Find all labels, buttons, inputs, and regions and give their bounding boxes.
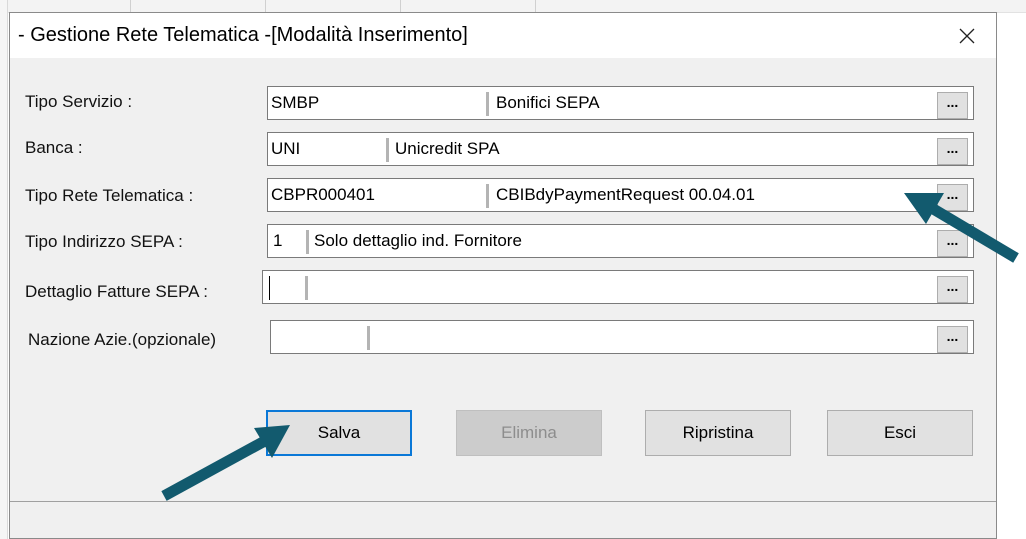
- label-nazione-azienda: Nazione Azie.(opzionale): [28, 330, 217, 349]
- row-banca: Banca : UNI Unicredit SPA ...: [10, 132, 996, 168]
- row-tipo-servizio: Tipo Servizio : SMBP Bonifici SEPA ...: [10, 86, 996, 122]
- tipo-rete-telematica-field[interactable]: CBPR000401 CBIBdyPaymentRequest 00.04.01: [267, 178, 974, 212]
- tipo-rete-telematica-lookup-button[interactable]: ...: [937, 184, 968, 211]
- dettaglio-fatture-sepa-field[interactable]: [262, 270, 974, 304]
- label-dettaglio-fatture-sepa: Dettaglio Fatture SEPA :: [25, 282, 208, 301]
- field-separator: [486, 184, 489, 208]
- tipo-servizio-lookup-button[interactable]: ...: [937, 92, 968, 119]
- background-divider: [130, 0, 131, 12]
- reset-button[interactable]: Ripristina: [645, 410, 791, 456]
- save-button[interactable]: Salva: [266, 410, 412, 456]
- background-divider: [400, 0, 401, 12]
- row-tipo-indirizzo-sepa: Tipo Indirizzo SEPA : 1 Solo dettaglio i…: [10, 224, 996, 260]
- label-tipo-servizio: Tipo Servizio :: [25, 92, 133, 111]
- field-separator: [306, 230, 309, 254]
- nazione-azienda-field[interactable]: [270, 320, 974, 354]
- tipo-indirizzo-sepa-code: 1: [273, 231, 283, 250]
- title-bar: - Gestione Rete Telematica -[Modalità In…: [10, 13, 996, 58]
- row-nazione-azienda: Nazione Azie.(opzionale) ...: [10, 320, 996, 356]
- banca-code: UNI: [271, 139, 301, 158]
- delete-button[interactable]: Elimina: [456, 410, 602, 456]
- exit-button[interactable]: Esci: [827, 410, 973, 456]
- banca-lookup-button[interactable]: ...: [937, 138, 968, 165]
- status-bar: [10, 501, 996, 538]
- field-separator: [486, 92, 489, 116]
- tipo-servizio-field[interactable]: SMBP Bonifici SEPA: [267, 86, 974, 120]
- label-banca: Banca :: [25, 138, 83, 157]
- dettaglio-fatture-sepa-lookup-button[interactable]: ...: [937, 276, 968, 303]
- label-tipo-rete-telematica: Tipo Rete Telematica :: [25, 186, 194, 205]
- dialog-window: - Gestione Rete Telematica -[Modalità In…: [9, 12, 997, 539]
- tipo-servizio-code: SMBP: [271, 93, 320, 112]
- field-separator: [367, 326, 370, 350]
- background-divider: [535, 0, 536, 12]
- banca-field[interactable]: UNI Unicredit SPA: [267, 132, 974, 166]
- row-tipo-rete-telematica: Tipo Rete Telematica : CBPR000401 CBIBdy…: [10, 178, 996, 214]
- nazione-azienda-lookup-button[interactable]: ...: [937, 326, 968, 353]
- tipo-indirizzo-sepa-field[interactable]: 1 Solo dettaglio ind. Fornitore: [267, 224, 974, 258]
- text-cursor: [269, 276, 270, 300]
- label-tipo-indirizzo-sepa: Tipo Indirizzo SEPA :: [25, 232, 183, 251]
- tipo-indirizzo-sepa-lookup-button[interactable]: ...: [937, 230, 968, 257]
- row-dettaglio-fatture-sepa: Dettaglio Fatture SEPA : ...: [10, 270, 996, 306]
- tipo-rete-telematica-description: CBIBdyPaymentRequest 00.04.01: [496, 185, 755, 204]
- tipo-indirizzo-sepa-description: Solo dettaglio ind. Fornitore: [314, 231, 522, 250]
- tipo-servizio-description: Bonifici SEPA: [496, 93, 600, 112]
- background-divider: [265, 0, 266, 12]
- banca-description: Unicredit SPA: [395, 139, 500, 158]
- background-window-edge: [0, 0, 8, 539]
- tipo-rete-telematica-code: CBPR000401: [271, 185, 375, 204]
- field-separator: [305, 276, 308, 300]
- form-area: Tipo Servizio : SMBP Bonifici SEPA ... B…: [10, 58, 996, 538]
- close-button[interactable]: [938, 13, 996, 58]
- field-separator: [386, 138, 389, 162]
- window-title: - Gestione Rete Telematica -[Modalità In…: [18, 24, 468, 46]
- close-icon: [959, 28, 975, 43]
